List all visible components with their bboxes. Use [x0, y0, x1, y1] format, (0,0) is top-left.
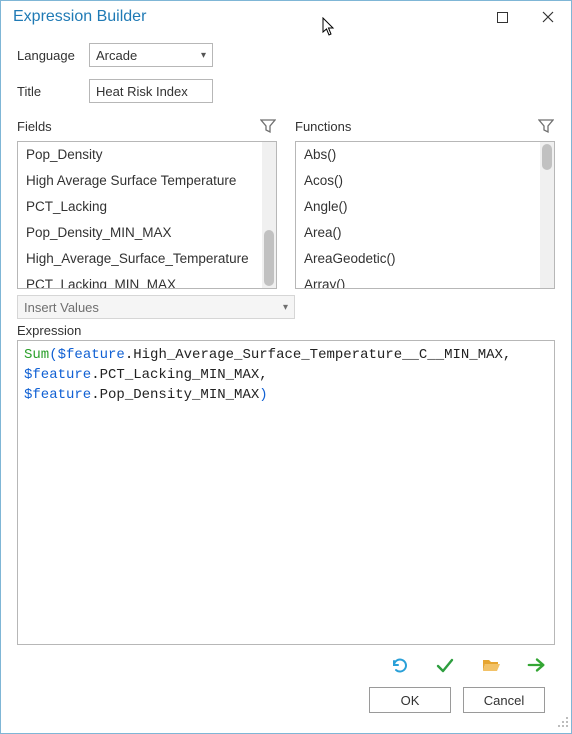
list-item[interactable]: AreaGeodetic() [296, 246, 540, 272]
undo-button[interactable] [389, 655, 409, 675]
title-value: Heat Risk Index [96, 84, 188, 99]
close-button[interactable] [525, 1, 571, 33]
titlebar: Expression Builder [1, 1, 571, 33]
list-item[interactable]: Abs() [296, 142, 540, 168]
functions-column: Functions Abs()Acos()Angle()Area()AreaGe… [295, 115, 555, 289]
expr-token: .High_Average_Surface_Temperature__C__MI… [125, 347, 503, 363]
open-button[interactable] [481, 655, 501, 675]
filter-icon[interactable] [259, 117, 277, 135]
dialog-body: Language Arcade ▾ Title Heat Risk Index … [1, 33, 571, 733]
chevron-down-icon: ▾ [201, 50, 206, 61]
resize-grip-icon[interactable] [557, 716, 569, 731]
export-button[interactable] [527, 655, 547, 675]
fields-listbox[interactable]: Pop_DensityHigh Average Surface Temperat… [17, 141, 277, 289]
fields-column: Fields Pop_DensityHigh Average Surface T… [17, 115, 277, 289]
expr-token: ) [259, 387, 267, 403]
cancel-button[interactable]: Cancel [463, 687, 545, 713]
list-item[interactable]: Area() [296, 220, 540, 246]
expr-token: $feature [24, 387, 91, 403]
validate-button[interactable] [435, 655, 455, 675]
expression-toolbar [17, 645, 555, 681]
language-select[interactable]: Arcade ▾ [89, 43, 213, 67]
expression-editor[interactable]: Sum($feature.High_Average_Surface_Temper… [17, 340, 555, 645]
language-label: Language [17, 48, 79, 63]
functions-label: Functions [295, 119, 351, 134]
scrollbar-thumb[interactable] [542, 144, 552, 170]
insert-values-select[interactable]: Insert Values ▾ [17, 295, 295, 319]
list-item[interactable]: Pop_Density_MIN_MAX [18, 220, 262, 246]
functions-listbox[interactable]: Abs()Acos()Angle()Area()AreaGeodetic()Ar… [295, 141, 555, 289]
chevron-down-icon: ▾ [283, 302, 288, 313]
list-item[interactable]: High Average Surface Temperature [18, 168, 262, 194]
expr-token: , [259, 367, 267, 383]
language-value: Arcade [96, 48, 137, 63]
list-item[interactable]: High_Average_Surface_Temperature [18, 246, 262, 272]
insert-values-label: Insert Values [24, 300, 99, 315]
maximize-button[interactable] [479, 1, 525, 33]
list-item[interactable]: PCT_Lacking_MIN_MAX [18, 272, 262, 288]
expr-token: $feature [58, 347, 125, 363]
title-row: Title Heat Risk Index [17, 79, 555, 103]
list-item[interactable]: Pop_Density [18, 142, 262, 168]
ok-label: OK [401, 693, 420, 708]
expr-token: ( [49, 347, 57, 363]
fields-label: Fields [17, 119, 52, 134]
language-row: Language Arcade ▾ [17, 43, 555, 67]
window-title: Expression Builder [13, 8, 146, 26]
list-item[interactable]: Angle() [296, 194, 540, 220]
expression-label: Expression [17, 323, 555, 338]
title-label: Title [17, 84, 79, 99]
scrollbar-thumb[interactable] [264, 230, 274, 286]
ok-button[interactable]: OK [369, 687, 451, 713]
functions-header: Functions [295, 115, 555, 137]
list-item[interactable]: PCT_Lacking [18, 194, 262, 220]
expr-token: $feature [24, 367, 91, 383]
fields-header: Fields [17, 115, 277, 137]
dialog-buttons: OK Cancel [17, 681, 555, 725]
insert-values-row: Insert Values ▾ [17, 295, 555, 319]
list-item[interactable]: Array() [296, 272, 540, 288]
scrollbar-track[interactable] [262, 142, 276, 288]
expr-token: , [503, 347, 511, 363]
expr-token: .Pop_Density_MIN_MAX [91, 387, 259, 403]
list-item[interactable]: Acos() [296, 168, 540, 194]
expr-token: Sum [24, 347, 49, 363]
expression-builder-window: Expression Builder Language Arcade ▾ Tit… [0, 0, 572, 734]
filter-icon[interactable] [537, 117, 555, 135]
expr-token: .PCT_Lacking_MIN_MAX [91, 367, 259, 383]
title-input[interactable]: Heat Risk Index [89, 79, 213, 103]
cancel-label: Cancel [484, 693, 524, 708]
lists-container: Fields Pop_DensityHigh Average Surface T… [17, 115, 555, 289]
scrollbar-track[interactable] [540, 142, 554, 288]
